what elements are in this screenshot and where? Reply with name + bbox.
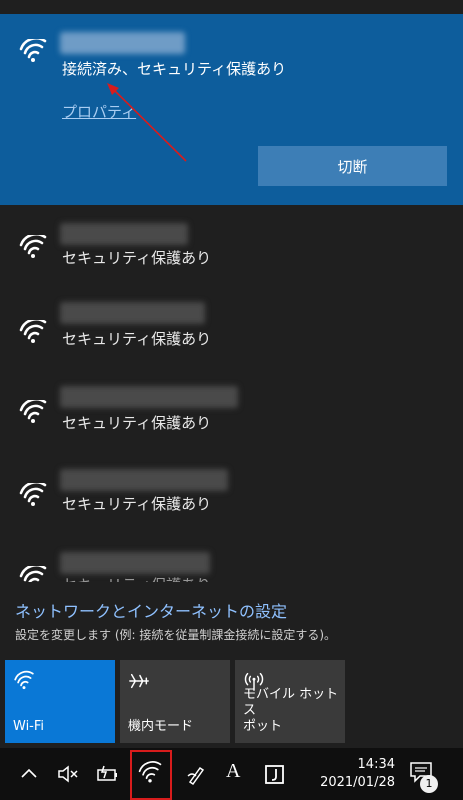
airplane-icon xyxy=(129,673,149,689)
tile-label-line: ポット xyxy=(243,719,283,734)
notification-badge: 1 xyxy=(420,775,438,793)
tile-label: Wi-Fi xyxy=(13,719,45,734)
wifi-icon xyxy=(14,670,34,690)
network-settings-description: 設定を変更します (例: 接続を従量制課金接続に設定する)。 xyxy=(15,628,337,642)
tile-label: 機内モード xyxy=(128,719,194,734)
network-name-redacted xyxy=(60,386,238,408)
tile-label-line: モバイル ホットス xyxy=(243,687,339,718)
network-security-status: セキュリティ保護あり xyxy=(62,249,212,267)
wifi-icon xyxy=(19,566,47,582)
connected-status: 接続済み、セキュリティ保護あり xyxy=(62,60,287,78)
network-name-redacted xyxy=(60,32,185,54)
network-settings-link[interactable]: ネットワークとインターネットの設定 xyxy=(15,598,287,622)
properties-link[interactable]: プロパティ xyxy=(62,101,136,122)
network-security-status: セキュリティ保護あり xyxy=(62,330,212,348)
connected-network-panel[interactable]: 接続済み、セキュリティ保護あり プロパティ 切断 xyxy=(0,0,463,205)
list-item[interactable]: セキュリティ保護あり xyxy=(0,467,463,537)
clock-date: 2021/01/28 xyxy=(320,775,395,790)
pen-icon[interactable] xyxy=(184,762,210,786)
clock[interactable]: 14:34 2021/01/28 xyxy=(320,756,395,792)
app-icon[interactable] xyxy=(262,762,288,786)
network-security-status: セキュリティ保護あり xyxy=(62,574,211,582)
list-item[interactable]: セキュリティ保護あり xyxy=(0,215,463,285)
ime-indicator[interactable]: A xyxy=(226,760,252,784)
list-item[interactable]: セキュリティ保護あり xyxy=(0,550,463,582)
battery-charging-icon[interactable] xyxy=(94,762,120,786)
wifi-icon xyxy=(19,320,47,343)
volume-muted-icon[interactable] xyxy=(55,762,81,786)
network-flyout: 接続済み、セキュリティ保護あり プロパティ 切断 セキュリティ保護あり セキュリ… xyxy=(0,0,463,800)
tile-label: モバイル ホットス ポット xyxy=(243,687,345,735)
network-name-redacted xyxy=(60,302,205,324)
network-security-status: セキュリティ保護あり xyxy=(62,495,212,513)
wifi-icon xyxy=(19,400,47,423)
top-divider xyxy=(0,0,463,14)
airplane-mode-tile[interactable]: 機内モード xyxy=(120,660,230,743)
network-list[interactable]: セキュリティ保護あり セキュリティ保護あり セキュリティ保護あり セキュリティ保… xyxy=(0,205,463,582)
network-name-redacted xyxy=(60,223,188,245)
wifi-toggle-tile[interactable]: Wi-Fi xyxy=(5,660,115,743)
network-name-redacted xyxy=(60,552,210,574)
wifi-icon xyxy=(19,483,47,506)
taskbar: A 14:34 2021/01/28 xyxy=(0,748,463,800)
clock-time: 14:34 xyxy=(357,757,395,772)
wifi-icon xyxy=(19,39,47,62)
wifi-icon[interactable] xyxy=(137,761,163,785)
disconnect-button[interactable]: 切断 xyxy=(258,146,447,186)
chevron-up-icon[interactable] xyxy=(16,762,42,786)
wifi-icon xyxy=(19,235,47,258)
list-item[interactable]: セキュリティ保護あり xyxy=(0,302,463,372)
network-security-status: セキュリティ保護あり xyxy=(62,414,212,432)
mobile-hotspot-tile[interactable]: モバイル ホットス ポット xyxy=(235,660,345,743)
network-name-redacted xyxy=(60,469,228,491)
list-item[interactable]: セキュリティ保護あり xyxy=(0,380,463,450)
